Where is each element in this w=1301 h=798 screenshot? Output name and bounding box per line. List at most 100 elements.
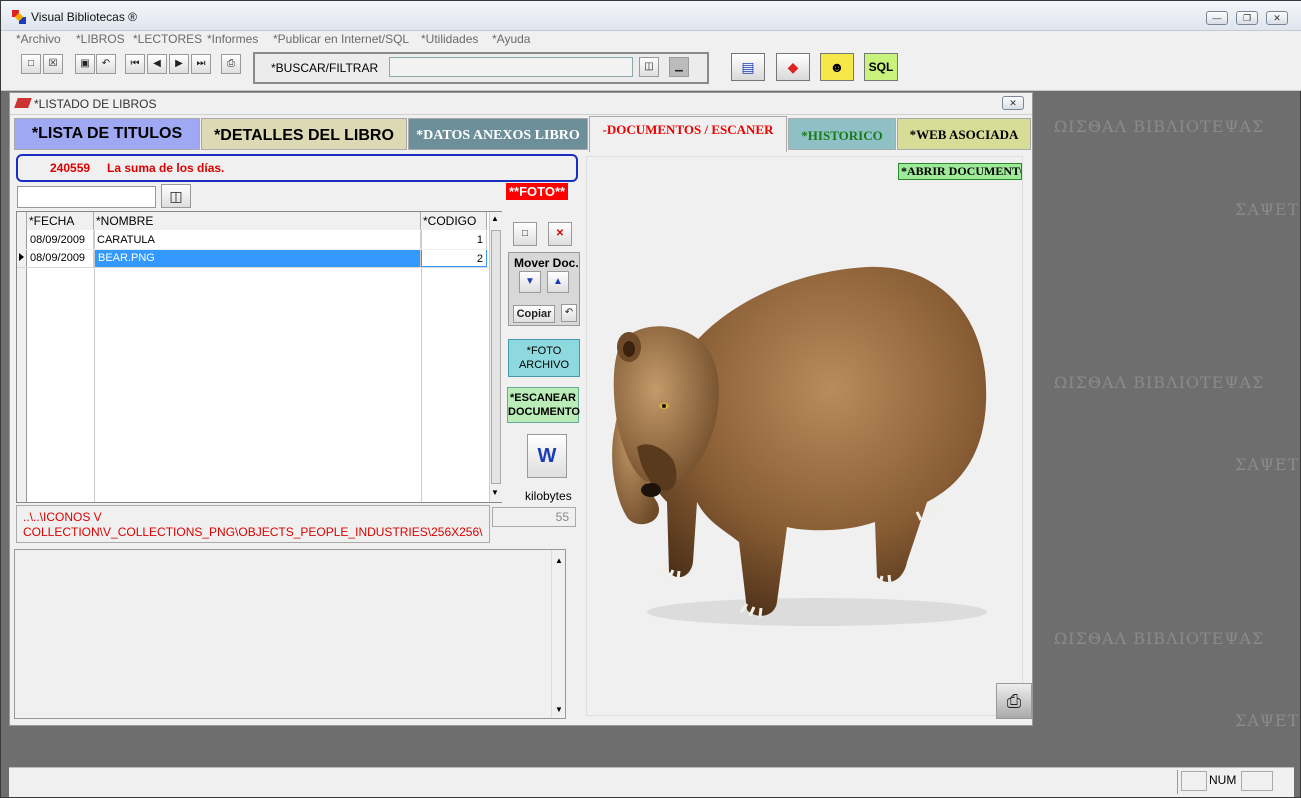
- copy-button[interactable]: Copiar: [513, 305, 555, 323]
- books-list-window: *LISTADO DE LIBROS ✕ *LISTA DE TITULOS *…: [9, 92, 1033, 726]
- app-window: Visual Bibliotecas ® — ❐ ✕ *Archivo *LIB…: [0, 0, 1301, 798]
- menu-lectores[interactable]: *LECTORES: [133, 32, 202, 46]
- readers-icon[interactable]: ☻: [820, 53, 854, 81]
- tab-label: *LISTA DE TITULOS: [31, 125, 183, 142]
- last-record-icon[interactable]: ⏭: [191, 54, 211, 74]
- move-up-icon[interactable]: ▲: [547, 271, 569, 293]
- row-pointer-icon: [19, 253, 24, 261]
- menu-publicar[interactable]: *Publicar en Internet/SQL: [273, 32, 409, 46]
- tab-historico[interactable]: *HISTORICO: [788, 118, 896, 150]
- toolbar: □ ☒ ▣ ↶ ⏮ ◀ ▶ ⏭ ⎙ *BUSCAR/FILTRAR ◫ ▁ ▤ …: [1, 49, 1301, 91]
- watermark-text: ΣΑΨΕΤ: [1235, 200, 1300, 219]
- bear-image: [612, 266, 987, 626]
- app-logo-icon: [11, 9, 27, 25]
- move-down-icon[interactable]: ▼: [519, 271, 541, 293]
- print-icon[interactable]: ⎙: [221, 54, 241, 74]
- tab-label: *HISTORICO: [801, 128, 883, 143]
- cell-fecha: 08/09/2009: [27, 231, 94, 249]
- photo-panel: *ABRIR DOCUMENTO ⎙: [586, 156, 1032, 719]
- scroll-thumb[interactable]: [491, 230, 501, 484]
- sql-button[interactable]: SQL: [864, 53, 898, 81]
- escanear-documento-button[interactable]: *ESCANEAR DOCUMENTO: [507, 387, 580, 423]
- child-title: *LISTADO DE LIBROS: [34, 97, 157, 111]
- scroll-down-icon[interactable]: ▼: [491, 488, 499, 497]
- memo-scrollbar[interactable]: ▲ ▼: [551, 550, 565, 718]
- escanear-line1: *ESCANEAR: [509, 392, 576, 404]
- next-record-icon[interactable]: ▶: [169, 54, 189, 74]
- tab-web-asociada[interactable]: *WEB ASOCIADA: [897, 118, 1031, 150]
- notes-textarea[interactable]: ▲ ▼: [14, 549, 566, 719]
- record-title: La suma de los días.: [107, 161, 225, 175]
- clear-filter-icon[interactable]: ▁: [669, 57, 689, 77]
- tab-detalles-libro[interactable]: *DETALLES DEL LIBRO: [201, 118, 407, 150]
- grid-header-indicator: [17, 212, 27, 230]
- first-record-icon[interactable]: ⏮: [125, 54, 145, 74]
- escanear-line2: DOCUMENTO: [508, 406, 580, 418]
- tab-datos-anexos[interactable]: *DATOS ANEXOS LIBRO: [408, 118, 588, 150]
- cell-nombre: BEAR.PNG: [95, 249, 421, 267]
- file-path-line1: ..\..\ICONOS V: [23, 510, 102, 524]
- grid-line: [17, 267, 490, 268]
- binoculars-icon[interactable]: ◫: [639, 57, 659, 77]
- delete-document-icon[interactable]: ✕: [548, 222, 572, 246]
- foto-archivo-line2: ARCHIVO: [518, 359, 570, 371]
- scroll-up-icon[interactable]: ▲: [491, 214, 499, 223]
- open-document-button[interactable]: *ABRIR DOCUMENTO: [898, 163, 1022, 180]
- record-id: 240559: [50, 161, 91, 175]
- status-panel: [1177, 770, 1178, 794]
- watermark-text: ΩΙΣΘΑΛ ΒΙΒΛΙΟΤΕΨΑΣ: [1054, 373, 1265, 392]
- restore-button[interactable]: ❐: [1236, 11, 1258, 25]
- delete-doc-icon[interactable]: ☒: [43, 54, 63, 74]
- grid-header-fecha[interactable]: *FECHA: [27, 212, 94, 230]
- tab-lista-titulos[interactable]: *LISTA DE TITULOS: [14, 118, 200, 150]
- status-panel: [1181, 771, 1207, 791]
- move-doc-label: Mover Doc.: [514, 256, 579, 270]
- foto-archivo-button[interactable]: *FOTO ARCHIVO: [508, 339, 580, 377]
- menu-libros[interactable]: *LIBROS: [76, 32, 125, 46]
- cell-fecha: 08/09/2009: [27, 249, 94, 267]
- grid-vertical-scrollbar[interactable]: ▲ ▼: [489, 212, 502, 502]
- grid-col-divider: [94, 230, 95, 502]
- move-doc-panel: Mover Doc. ▼ ▲ Copiar ↶: [508, 252, 580, 326]
- prev-record-icon[interactable]: ◀: [147, 54, 167, 74]
- menu-utilidades[interactable]: *Utilidades: [421, 32, 478, 46]
- grid-header-codigo[interactable]: *CODIGO: [421, 212, 487, 230]
- search-label: *BUSCAR/FILTRAR: [271, 61, 379, 75]
- save-icon[interactable]: ▣: [75, 54, 95, 74]
- binoculars-icon[interactable]: ◫: [161, 184, 191, 208]
- undo-icon[interactable]: ↶: [96, 54, 116, 74]
- search-input[interactable]: [389, 57, 633, 77]
- book-icon: [14, 98, 32, 108]
- watermark-text: ΣΑΨΕΤ: [1235, 455, 1300, 474]
- file-path-line2: COLLECTION\V_COLLECTIONS_PNG\OBJECTS_PEO…: [23, 525, 483, 539]
- status-bar: NUM: [9, 767, 1294, 797]
- new-document-icon[interactable]: □: [513, 222, 537, 246]
- menu-bar: *Archivo *LIBROS *LECTORES *Informes *Pu…: [1, 31, 1301, 49]
- cell-codigo: 1: [421, 231, 487, 249]
- kilobytes-label: kilobytes: [525, 489, 572, 503]
- documents-grid: *FECHA *NOMBRE *CODIGO 08/09/2009 CARATU…: [16, 211, 502, 503]
- grid-header-nombre[interactable]: *NOMBRE: [94, 212, 421, 230]
- menu-ayuda[interactable]: *Ayuda: [492, 32, 530, 46]
- watermark-text: ΣΑΨΕΤ: [1235, 711, 1300, 730]
- word-document-icon[interactable]: W: [527, 434, 567, 478]
- filter-input[interactable]: [17, 186, 156, 208]
- cell-nombre: CARATULA: [94, 231, 421, 249]
- scanner-icon[interactable]: ⎙: [996, 683, 1032, 719]
- tab-label: *DATOS ANEXOS LIBRO: [416, 128, 580, 143]
- close-button[interactable]: ✕: [1266, 11, 1288, 25]
- minimize-button[interactable]: —: [1206, 11, 1228, 25]
- watermark-text: ΩΙΣΘΑΛ ΒΙΒΛΙΟΤΕΨΑΣ: [1054, 117, 1265, 136]
- books-icon[interactable]: ▤: [731, 53, 765, 81]
- menu-archivo[interactable]: *Archivo: [16, 32, 61, 46]
- app-logo-button-icon[interactable]: ◆: [776, 53, 810, 81]
- menu-informes[interactable]: *Informes: [207, 32, 258, 46]
- tab-label: *WEB ASOCIADA: [909, 127, 1019, 142]
- grid-row-indicators: [17, 230, 27, 502]
- scroll-down-icon[interactable]: ▼: [555, 705, 563, 714]
- scroll-up-icon[interactable]: ▲: [555, 556, 563, 565]
- tab-documentos-escaner[interactable]: -DOCUMENTOS / ESCANER: [589, 116, 787, 152]
- new-icon[interactable]: □: [21, 54, 41, 74]
- child-close-button[interactable]: ✕: [1002, 96, 1024, 110]
- undo-copy-icon[interactable]: ↶: [561, 304, 577, 322]
